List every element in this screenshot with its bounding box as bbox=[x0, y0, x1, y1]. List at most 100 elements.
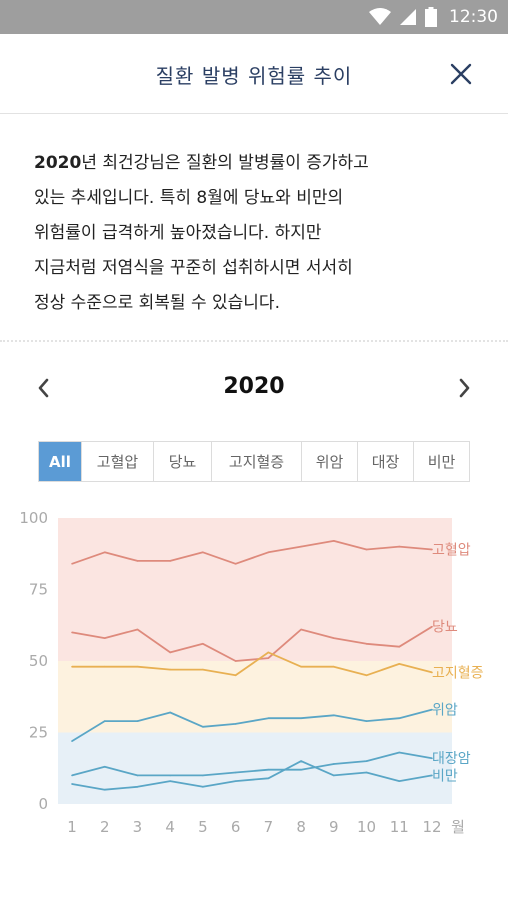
data-point bbox=[365, 548, 368, 551]
data-point bbox=[202, 786, 204, 788]
data-point bbox=[234, 723, 237, 725]
close-icon[interactable] bbox=[448, 61, 474, 87]
data-point bbox=[136, 665, 139, 668]
data-point bbox=[71, 665, 73, 668]
data-point bbox=[71, 774, 73, 777]
data-point bbox=[398, 663, 401, 665]
series-label-3: 위암 bbox=[432, 703, 458, 719]
risk-trend-chart: 0255075100 1 2 3 4 5 6 7 8 9 10 11 12 월 고혈압당뇨고지혈증위암대… bbox=[19, 509, 484, 836]
tab-stomach-cancer[interactable]: 위암 bbox=[301, 442, 357, 481]
x-tick-label: 12 bbox=[422, 818, 441, 836]
series-label-0: 고혈압 bbox=[432, 542, 471, 558]
data-point bbox=[267, 551, 270, 554]
year-label: 2020 bbox=[223, 374, 285, 399]
summary-line-1: 2020년 최건강님은 질환의 발병률이 증가하고 bbox=[34, 153, 369, 173]
series-label-4: 대장암 bbox=[432, 751, 471, 767]
data-point bbox=[169, 560, 171, 562]
series-label-5: 비만 bbox=[432, 768, 458, 784]
data-point bbox=[398, 751, 401, 754]
section-divider bbox=[0, 340, 508, 342]
y-tick-label: 100 bbox=[19, 509, 48, 527]
status-time: 12:30 bbox=[449, 7, 498, 27]
chevron-right-icon[interactable] bbox=[452, 374, 476, 402]
x-tick-label: 10 bbox=[357, 818, 376, 836]
data-point bbox=[365, 720, 368, 722]
data-point bbox=[103, 637, 106, 639]
data-point bbox=[398, 645, 401, 648]
summary-line-5: 정상 수준으로 회복될 수 있습니다. bbox=[34, 293, 280, 313]
battery-icon bbox=[425, 7, 437, 27]
data-point bbox=[202, 551, 204, 554]
tab-diabetes[interactable]: 당뇨 bbox=[153, 442, 211, 481]
series-label-2: 고지혈증 bbox=[432, 665, 484, 681]
data-point bbox=[71, 783, 73, 785]
data-point bbox=[234, 771, 237, 774]
data-point bbox=[234, 674, 237, 677]
data-point bbox=[365, 643, 368, 645]
data-point bbox=[398, 717, 401, 719]
data-point bbox=[234, 562, 237, 565]
x-tick-label: 1 bbox=[67, 818, 77, 836]
data-point bbox=[136, 774, 139, 777]
page-title: 질환 발병 위험률 추이 bbox=[155, 64, 353, 88]
x-tick-label: 11 bbox=[390, 818, 409, 836]
data-point bbox=[300, 768, 302, 771]
data-point bbox=[300, 760, 302, 762]
disease-tabs: All 고혈압 당뇨 고지혈증 위암 대장 비만 bbox=[38, 441, 470, 482]
data-point bbox=[300, 545, 302, 548]
data-point bbox=[136, 786, 139, 788]
data-point bbox=[169, 774, 171, 777]
data-point bbox=[267, 777, 270, 780]
data-point bbox=[234, 660, 237, 662]
data-point bbox=[202, 668, 204, 671]
x-tick-label: 4 bbox=[165, 818, 175, 836]
data-point bbox=[103, 766, 106, 768]
data-point bbox=[333, 637, 335, 639]
x-axis-unit: 월 bbox=[451, 818, 465, 836]
x-tick-label: 6 bbox=[231, 818, 241, 836]
data-point bbox=[103, 788, 106, 791]
data-point bbox=[71, 740, 73, 742]
tab-all[interactable]: All bbox=[39, 442, 81, 481]
tab-obesity[interactable]: 비만 bbox=[413, 442, 469, 481]
summary-line-4: 지금처럼 저염식을 꾸준히 섭취하시면 서서히 bbox=[34, 258, 353, 278]
data-point bbox=[169, 780, 171, 782]
data-point bbox=[267, 717, 270, 719]
data-point bbox=[71, 562, 73, 565]
tab-hypertension[interactable]: 고혈압 bbox=[81, 442, 153, 481]
tab-hyperlipidemia[interactable]: 고지혈증 bbox=[211, 442, 301, 481]
y-tick-label: 50 bbox=[29, 652, 48, 670]
data-point bbox=[300, 628, 302, 631]
data-point bbox=[300, 665, 302, 668]
data-point bbox=[103, 665, 106, 668]
data-point bbox=[300, 717, 302, 719]
x-tick-label: 3 bbox=[133, 818, 143, 836]
data-point bbox=[136, 628, 139, 631]
data-point bbox=[267, 768, 270, 771]
y-tick-label: 75 bbox=[29, 581, 48, 599]
data-point bbox=[398, 545, 401, 548]
tab-colon[interactable]: 대장 bbox=[357, 442, 413, 481]
data-point bbox=[365, 771, 368, 774]
wifi-icon bbox=[369, 8, 391, 25]
data-point bbox=[202, 725, 204, 728]
x-tick-label: 8 bbox=[296, 818, 306, 836]
data-point bbox=[136, 560, 139, 562]
data-point bbox=[136, 720, 139, 722]
data-point bbox=[71, 631, 73, 634]
summary-line-2: 있는 추세입니다. 특히 8월에 당뇨와 비만의 bbox=[34, 188, 344, 208]
x-tick-label: 7 bbox=[264, 818, 274, 836]
data-point bbox=[333, 763, 335, 765]
status-bar: 12:30 bbox=[0, 0, 508, 34]
x-tick-label: 2 bbox=[100, 818, 110, 836]
data-point bbox=[333, 774, 335, 777]
data-point bbox=[169, 711, 171, 714]
data-point bbox=[169, 651, 171, 654]
year-navigator: 2020 bbox=[0, 368, 508, 408]
y-tick-label: 25 bbox=[29, 724, 48, 742]
risk-band-0 bbox=[58, 518, 452, 661]
series-label-1: 당뇨 bbox=[432, 620, 458, 636]
x-tick-label: 9 bbox=[329, 818, 339, 836]
summary-line-3: 위험률이 급격하게 높아졌습니다. 하지만 bbox=[34, 223, 322, 243]
data-point bbox=[234, 780, 237, 782]
